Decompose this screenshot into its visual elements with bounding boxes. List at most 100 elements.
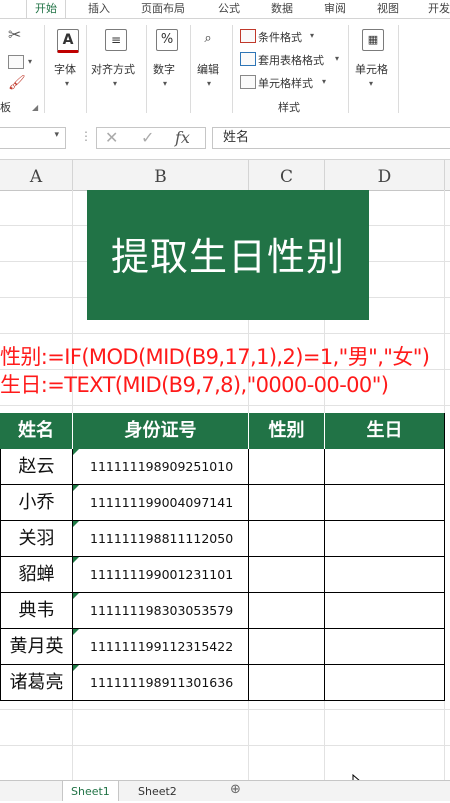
align-icon[interactable]: ≡ (105, 29, 127, 51)
name-box[interactable]: ▾ (0, 127, 66, 149)
cell-name[interactable]: 黄月英 (0, 629, 73, 665)
cut-icon[interactable]: ✂ (8, 25, 21, 44)
formula-bar-dots: ⋮ (80, 129, 92, 143)
error-indicator-icon (73, 557, 79, 563)
cell-gender[interactable] (249, 665, 325, 701)
cell-id-number[interactable]: 111111199004097141 (73, 485, 249, 521)
cell-style-button[interactable]: 单元格样式 (258, 75, 313, 91)
tab-data[interactable]: 数据 (271, 0, 293, 18)
number-button[interactable]: 数字 (153, 61, 175, 77)
conditional-format-button[interactable]: 条件格式 (258, 29, 302, 45)
cell-name-value: 关羽 (18, 528, 55, 549)
copy-icon[interactable] (8, 55, 24, 69)
tab-formulas[interactable]: 公式 (218, 0, 240, 18)
enter-icon[interactable]: ✓ (141, 128, 154, 147)
cell-gender[interactable] (249, 521, 325, 557)
cell-name[interactable]: 小乔 (0, 485, 73, 521)
cell-gender[interactable] (249, 485, 325, 521)
sheet-tab-1[interactable]: Sheet1 (62, 781, 119, 801)
cell-id-number-value: 111111199001231101 (90, 567, 234, 582)
cell-id-number-value: 111111198911301636 (90, 675, 234, 690)
cell-birthday[interactable] (325, 557, 445, 593)
formula-bar: ▾ ⋮ ✕ ✓ fx 姓名 (0, 119, 450, 160)
table-header-gender[interactable]: 性别 (249, 413, 325, 449)
table-header-name[interactable]: 姓名 (0, 413, 73, 449)
cell-name-value: 典韦 (18, 600, 55, 621)
cell-gender[interactable] (249, 557, 325, 593)
table-format-button[interactable]: 套用表格格式 (258, 52, 324, 68)
cell-id-number-value: 111111198303053579 (90, 603, 234, 618)
name-box-dropdown-icon[interactable]: ▾ (54, 130, 59, 140)
cell-style-icon (240, 75, 256, 89)
cancel-icon[interactable]: ✕ (105, 128, 118, 147)
column-header-b[interactable]: B (73, 160, 249, 190)
cell-name-value: 小乔 (18, 492, 55, 513)
cell-id-number[interactable]: 111111198909251010 (73, 449, 249, 485)
cell-id-number[interactable]: 111111199112315422 (73, 629, 249, 665)
insert-function-icon[interactable]: fx (175, 128, 190, 147)
add-sheet-icon[interactable]: ⊕ (230, 782, 241, 797)
ribbon-tab-bar: 开始 插入 页面布局 公式 数据 审阅 视图 开发 (0, 0, 450, 19)
cell-birthday[interactable] (325, 665, 445, 701)
font-button[interactable]: 字体 (54, 61, 76, 77)
cell-name-value: 赵云 (18, 456, 55, 477)
group-label-styles: 样式 (278, 101, 300, 114)
percent-icon[interactable]: % (156, 29, 178, 51)
table-header-birthday[interactable]: 生日 (325, 413, 445, 449)
sheet-tab-2[interactable]: Sheet2 (130, 781, 185, 801)
cell-name[interactable]: 赵云 (0, 449, 73, 485)
cell-id-number-value: 111111198811112050 (90, 531, 234, 546)
gender-formula-text: 性别:=IF(MOD(MID(B9,17,1),2)=1,"男","女") (0, 345, 430, 369)
tab-insert[interactable]: 插入 (88, 0, 110, 18)
cell-id-number[interactable]: 111111198303053579 (73, 593, 249, 629)
cell-birthday[interactable] (325, 485, 445, 521)
cell-name[interactable]: 貂蝉 (0, 557, 73, 593)
cell-name-value: 黄月英 (9, 636, 64, 657)
editing-button[interactable]: 编辑 (197, 61, 219, 77)
cell-birthday[interactable] (325, 521, 445, 557)
cell-gender[interactable] (249, 629, 325, 665)
cell-id-number[interactable]: 111111199001231101 (73, 557, 249, 593)
error-indicator-icon (73, 449, 79, 455)
cell-id-number-value: 111111199004097141 (90, 495, 234, 510)
ribbon: ✂ ▾ 🖌 板 ◢ A 字体 ▾ ≡ 对齐方式 ▾ % 数字 ▾ ⌕ 编辑 ▾ … (0, 18, 450, 120)
error-indicator-icon (73, 521, 79, 527)
tab-developer[interactable]: 开发 (428, 0, 450, 18)
cell-gender[interactable] (249, 593, 325, 629)
dialog-launcher-icon[interactable]: ◢ (32, 103, 38, 112)
birthday-formula-text: 生日:=TEXT(MID(B9,7,8),"0000-00-00") (0, 373, 389, 397)
cell-id-number-value: 111111198909251010 (90, 459, 234, 474)
cell-birthday[interactable] (325, 449, 445, 485)
alignment-button[interactable]: 对齐方式 (91, 61, 135, 77)
cell-id-number[interactable]: 111111198811112050 (73, 521, 249, 557)
tab-home[interactable]: 开始 (26, 0, 66, 19)
conditional-format-icon (240, 29, 256, 43)
table-header-id[interactable]: 身份证号 (73, 413, 249, 449)
column-header-c[interactable]: C (249, 160, 325, 190)
cell-name[interactable]: 诸葛亮 (0, 665, 73, 701)
error-indicator-icon (73, 629, 79, 635)
cell-gender[interactable] (249, 449, 325, 485)
tab-page-layout[interactable]: 页面布局 (141, 0, 185, 18)
column-header-a[interactable]: A (0, 160, 73, 190)
error-indicator-icon (73, 485, 79, 491)
title-banner: 提取生日性别 (87, 190, 369, 320)
column-header-d[interactable]: D (325, 160, 445, 190)
cell-name[interactable]: 典韦 (0, 593, 73, 629)
sheet-tab-bar: Sheet1 Sheet2 ⊕ (0, 780, 450, 801)
font-icon[interactable]: A (57, 29, 79, 53)
formula-buttons: ✕ ✓ fx (96, 127, 206, 149)
cell-birthday[interactable] (325, 629, 445, 665)
tab-review[interactable]: 审阅 (324, 0, 346, 18)
tab-view[interactable]: 视图 (377, 0, 399, 18)
formula-input[interactable]: 姓名 (212, 127, 450, 149)
cell-name-value: 诸葛亮 (9, 672, 64, 693)
binoculars-icon[interactable]: ⌕ (198, 29, 218, 49)
group-label-clipboard: 板 (0, 101, 11, 114)
format-painter-icon[interactable]: 🖌 (8, 75, 26, 91)
cell-name[interactable]: 关羽 (0, 521, 73, 557)
cells-icon[interactable]: ▦ (362, 29, 384, 51)
cell-birthday[interactable] (325, 593, 445, 629)
cells-button[interactable]: 单元格 (355, 61, 388, 77)
cell-id-number[interactable]: 111111198911301636 (73, 665, 249, 701)
